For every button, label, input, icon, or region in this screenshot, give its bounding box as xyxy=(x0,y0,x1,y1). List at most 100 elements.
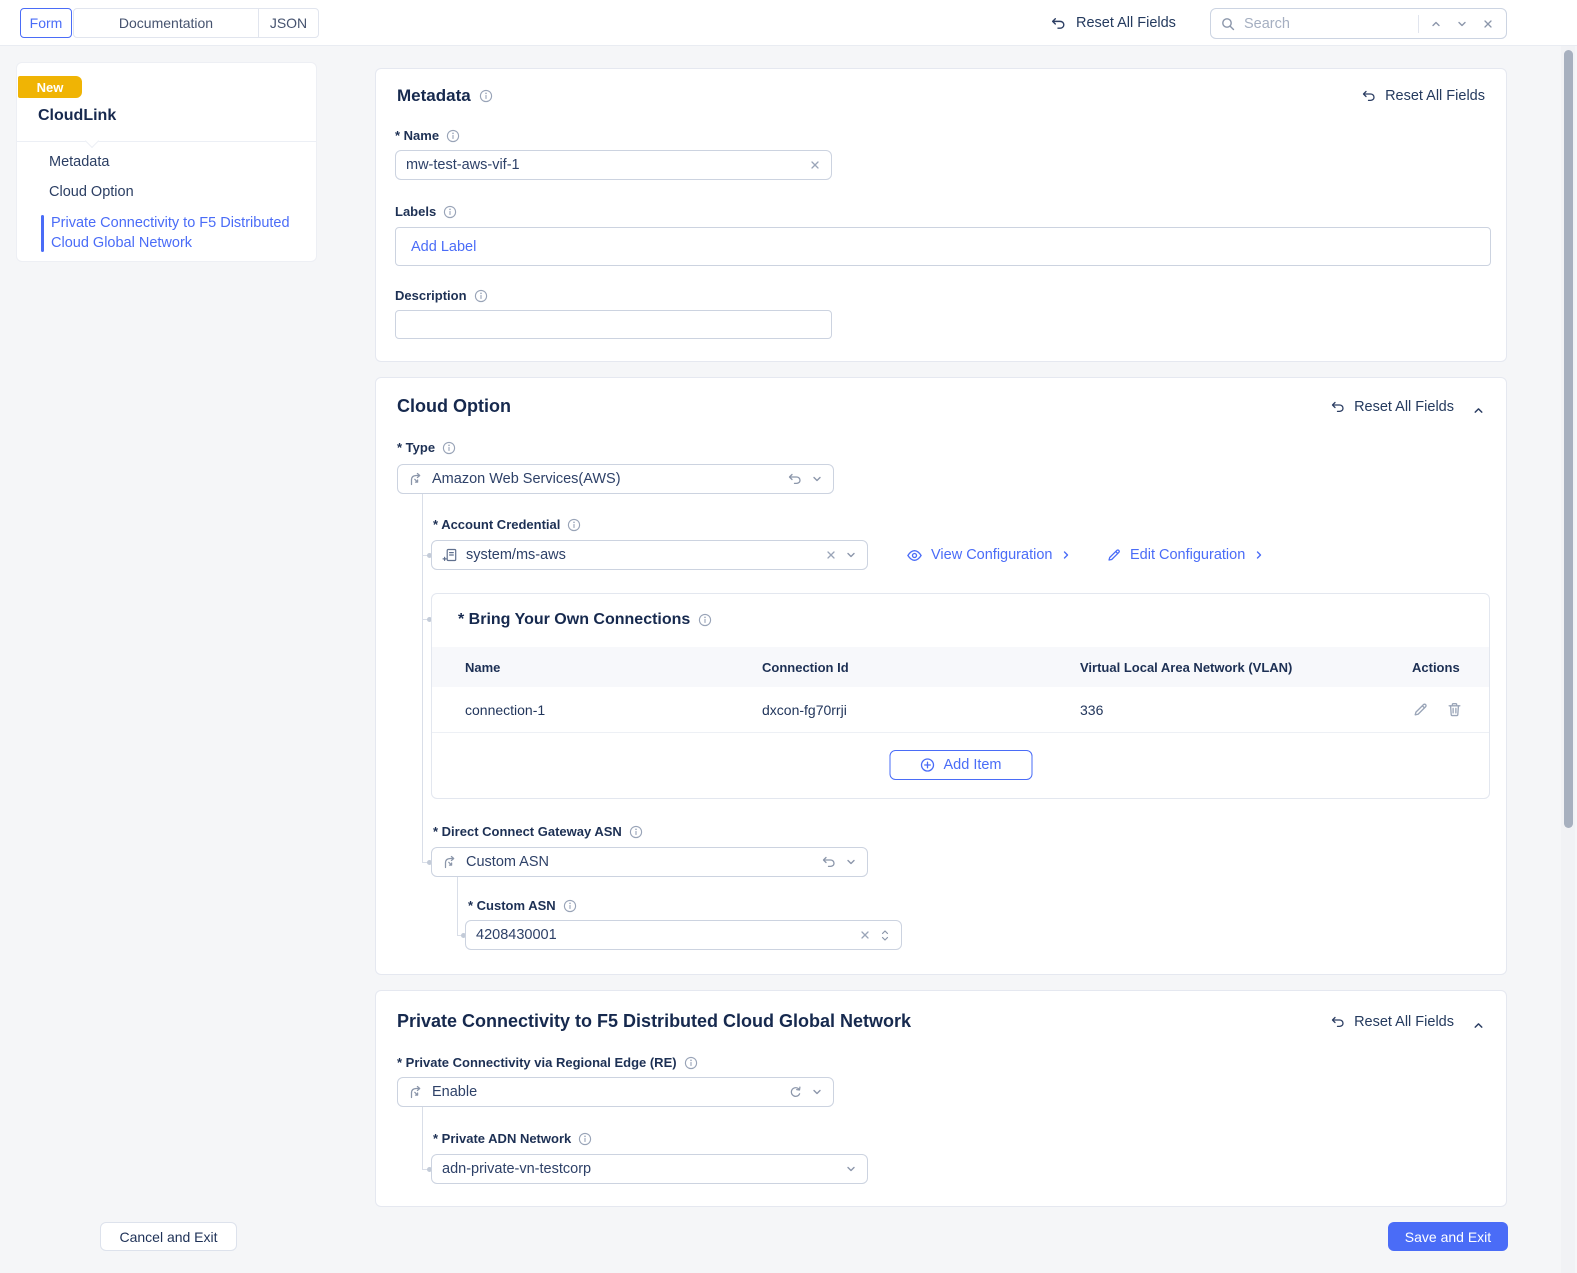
add-item-button[interactable]: Add Item xyxy=(889,750,1032,780)
chevron-down-icon[interactable] xyxy=(811,1086,823,1098)
description-input-wrap xyxy=(395,310,832,339)
collapse-section-icon[interactable] xyxy=(1472,404,1485,417)
top-bar: Form Documentation JSON Reset All Fields xyxy=(0,0,1577,46)
byoc-table-header: Name Connection Id Virtual Local Area Ne… xyxy=(432,647,1489,687)
custom-asn-label: * Custom ASN xyxy=(468,898,556,913)
sidebar-item-private-connectivity[interactable]: Private Connectivity to F5 Distributed C… xyxy=(51,213,311,253)
info-icon[interactable] xyxy=(629,825,643,839)
edit-configuration-label: Edit Configuration xyxy=(1130,547,1246,563)
search-input[interactable] xyxy=(1244,15,1410,32)
delete-row-icon[interactable] xyxy=(1446,701,1463,718)
chevron-right-icon xyxy=(1060,549,1072,561)
column-vlan: Virtual Local Area Network (VLAN) xyxy=(1080,659,1293,675)
byoc-panel: * Bring Your Own Connections Name Connec… xyxy=(431,593,1490,799)
chevron-down-icon[interactable] xyxy=(845,549,857,561)
info-icon[interactable] xyxy=(474,289,488,303)
edit-configuration-link[interactable]: Edit Configuration xyxy=(1106,540,1265,570)
view-configuration-link[interactable]: View Configuration xyxy=(906,540,1072,570)
info-icon[interactable] xyxy=(578,1132,592,1146)
labels-label: Labels xyxy=(395,204,437,219)
search-close-icon[interactable] xyxy=(1479,18,1497,30)
name-input-wrap xyxy=(395,150,832,180)
custom-asn-input[interactable] xyxy=(476,927,851,943)
info-icon[interactable] xyxy=(563,899,577,913)
chevron-down-icon[interactable] xyxy=(845,856,857,868)
account-credential-label: * Account Credential xyxy=(433,517,561,532)
tab-form[interactable]: Form xyxy=(20,8,72,38)
column-connection-id: Connection Id xyxy=(762,659,849,675)
tab-json[interactable]: JSON xyxy=(258,9,318,37)
reset-field-icon[interactable] xyxy=(821,854,837,870)
scrollbar-thumb[interactable] xyxy=(1564,50,1573,828)
account-credential-select[interactable]: system/ms-aws xyxy=(431,540,868,570)
tab-documentation[interactable]: Documentation xyxy=(74,9,258,37)
type-label: * Type xyxy=(397,440,436,455)
info-icon[interactable] xyxy=(567,518,581,532)
type-value: Amazon Web Services(AWS) xyxy=(432,471,621,487)
undo-icon xyxy=(1361,88,1377,104)
byoc-table-row: connection-1 dxcon-fg70rrji 336 xyxy=(432,687,1489,733)
adn-network-select[interactable]: adn-private-vn-testcorp xyxy=(431,1154,868,1184)
clear-icon[interactable] xyxy=(809,159,821,171)
info-icon[interactable] xyxy=(698,613,712,627)
dcg-asn-select[interactable]: Custom ASN xyxy=(431,847,868,877)
undo-icon xyxy=(1050,15,1067,32)
section-title: Cloud Option xyxy=(397,396,511,416)
chevron-down-icon[interactable] xyxy=(845,1163,857,1175)
reset-section-label: Reset All Fields xyxy=(1354,1014,1454,1030)
name-input[interactable] xyxy=(406,157,801,173)
column-actions: Actions xyxy=(1412,659,1460,675)
adn-network-label: * Private ADN Network xyxy=(433,1131,572,1146)
number-stepper-icon[interactable] xyxy=(879,927,891,944)
re-select[interactable]: Enable xyxy=(397,1077,834,1107)
divider xyxy=(17,141,316,142)
reset-all-fields-button[interactable]: Reset All Fields xyxy=(1050,0,1176,46)
tree-connector xyxy=(422,494,423,862)
clear-icon[interactable] xyxy=(859,929,871,941)
reset-section-button[interactable]: Reset All Fields xyxy=(1361,88,1485,104)
save-and-exit-button[interactable]: Save and Exit xyxy=(1388,1222,1508,1251)
column-name: Name xyxy=(465,659,501,675)
description-label: Description xyxy=(395,288,467,303)
section-title: Metadata xyxy=(397,86,471,105)
cloud-option-section: Cloud Option Reset All Fields * Type Ama… xyxy=(375,377,1507,975)
sidebar-item-cloud-option[interactable]: Cloud Option xyxy=(49,184,134,200)
chevron-right-icon xyxy=(1253,549,1265,561)
type-select[interactable]: Amazon Web Services(AWS) xyxy=(397,464,834,494)
labels-input[interactable]: Add Label xyxy=(395,227,1491,266)
info-icon[interactable] xyxy=(684,1056,698,1070)
refresh-icon[interactable] xyxy=(788,1085,803,1100)
reset-section-label: Reset All Fields xyxy=(1385,88,1485,104)
re-value: Enable xyxy=(432,1084,478,1100)
new-badge: New xyxy=(18,76,82,98)
byoc-title: * Bring Your Own Connections xyxy=(458,611,691,628)
chevron-down-icon[interactable] xyxy=(811,473,823,485)
tab-group: Documentation JSON xyxy=(73,8,319,38)
description-input[interactable] xyxy=(406,316,821,333)
cancel-and-exit-button[interactable]: Cancel and Exit xyxy=(100,1222,237,1251)
account-credential-value: system/ms-aws xyxy=(466,547,566,563)
search-next-icon[interactable] xyxy=(1453,18,1471,30)
divider xyxy=(1418,14,1419,33)
reset-all-fields-label: Reset All Fields xyxy=(1076,15,1176,31)
add-item-label: Add Item xyxy=(943,757,1002,773)
section-title: Private Connectivity to F5 Distributed C… xyxy=(397,1011,912,1031)
info-icon[interactable] xyxy=(443,205,457,219)
reset-field-icon[interactable] xyxy=(787,471,803,487)
sidebar-title: CloudLink xyxy=(38,107,117,124)
info-icon[interactable] xyxy=(446,129,460,143)
edit-row-icon[interactable] xyxy=(1412,701,1429,718)
metadata-section: Metadata Reset All Fields * Name Labels … xyxy=(375,68,1507,362)
add-label-placeholder[interactable]: Add Label xyxy=(411,239,476,255)
info-icon[interactable] xyxy=(442,441,456,455)
name-label: * Name xyxy=(395,128,440,143)
collapse-section-icon[interactable] xyxy=(1472,1019,1485,1032)
cell-name: connection-1 xyxy=(465,701,546,718)
sidebar-item-metadata[interactable]: Metadata xyxy=(49,154,109,170)
search-prev-icon[interactable] xyxy=(1427,18,1445,30)
info-icon[interactable] xyxy=(479,89,493,103)
reset-section-button[interactable]: Reset All Fields xyxy=(1330,399,1454,415)
clear-icon[interactable] xyxy=(825,549,837,561)
sidebar: New CloudLink Metadata Cloud Option Priv… xyxy=(16,62,317,262)
reset-section-button[interactable]: Reset All Fields xyxy=(1330,1014,1454,1030)
